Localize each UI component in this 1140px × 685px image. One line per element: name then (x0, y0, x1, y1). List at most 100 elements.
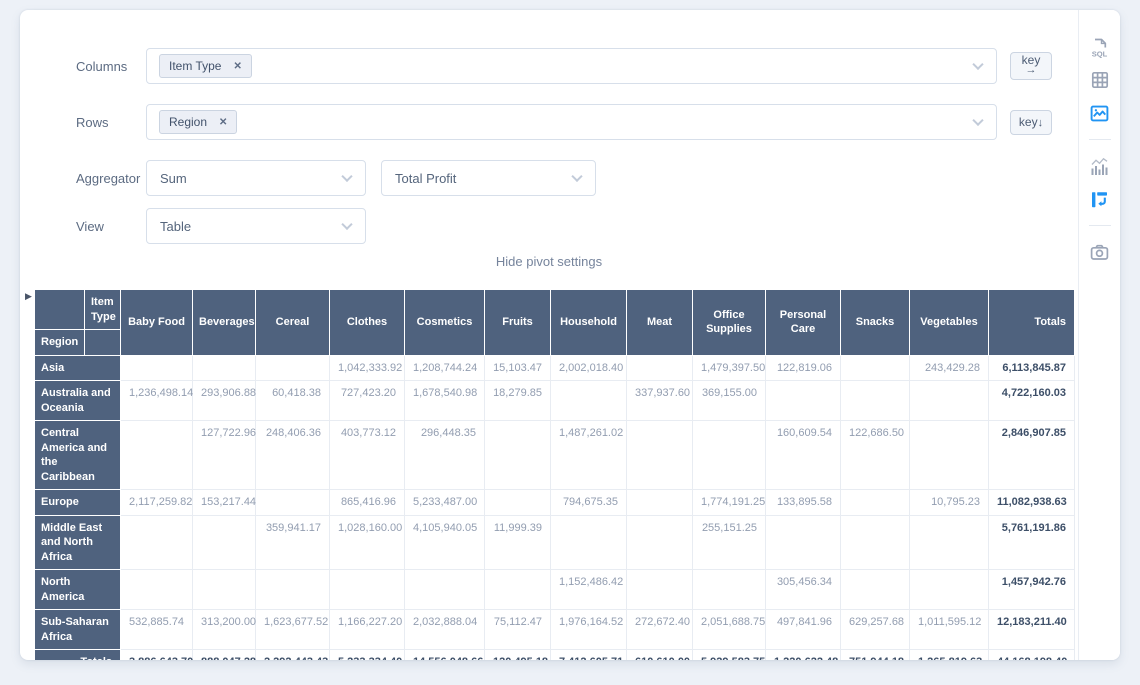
pivot-value-cell (256, 490, 330, 516)
pivot-col-label: Cereal (256, 290, 330, 356)
pivot-col-label: Personal Care (766, 290, 841, 356)
pivot-value-cell: 120,495.18 (485, 650, 551, 660)
pivot-value-cell: 272,672.40 (627, 610, 693, 650)
pivot-value-cell: 14,556,048.66 (405, 650, 485, 660)
pivot-value-cell (256, 355, 330, 381)
pivot-value-cell: 2,032,888.04 (405, 610, 485, 650)
pivot-value-cell: 1,208,744.24 (405, 355, 485, 381)
pivot-value-cell: 127,722.96 (193, 421, 256, 490)
remove-icon[interactable]: ✕ (233, 61, 241, 72)
svg-text:SQL: SQL (1092, 49, 1108, 57)
pivot-data-row: North America1,152,486.42305,456.341,457… (35, 570, 1075, 610)
pivot-col-label: Meat (627, 290, 693, 356)
columns-row: Columns Item Type ✕ key → (76, 48, 1052, 84)
camera-snapshot-icon[interactable] (1087, 239, 1113, 265)
pivot-row-total-cell: 5,761,191.86 (989, 515, 1075, 570)
pivot-axis-spacer (85, 330, 121, 356)
aggregator-select[interactable]: Sum (146, 160, 366, 196)
pivot-row-total-cell: 6,113,845.87 (989, 355, 1075, 381)
pivot-row-label: Sub-Saharan Africa (35, 610, 121, 650)
pivot-value-cell: 1,166,227.20 (330, 610, 405, 650)
arrow-down-icon: ↓ (1038, 117, 1044, 129)
aggregator-field-select[interactable]: Total Profit (381, 160, 596, 196)
columns-pill-item-type[interactable]: Item Type ✕ (159, 54, 252, 78)
view-value: Table (160, 219, 191, 234)
pivot-col-label: Beverages (193, 290, 256, 356)
remove-icon[interactable]: ✕ (219, 117, 227, 128)
rows-label: Rows (76, 115, 146, 130)
pivot-value-cell: 1,265,819.63 (910, 650, 989, 660)
pivot-value-cell (330, 570, 405, 610)
pivot-value-cell: 497,841.96 (766, 610, 841, 650)
rows-select[interactable]: Region ✕ (146, 104, 997, 140)
pivot-value-cell (627, 490, 693, 516)
pivot-col-label: Office Supplies (693, 290, 766, 356)
pivot-row-total-cell: 12,183,211.40 (989, 610, 1075, 650)
chart-icon[interactable] (1087, 153, 1113, 179)
pivot-value-cell (693, 570, 766, 610)
pivot-col-attr-label: Item Type (85, 290, 121, 330)
sql-query-icon[interactable]: SQL (1087, 34, 1113, 60)
pivot-value-cell (841, 381, 910, 421)
pivot-value-cell: 1,220,622.48 (766, 650, 841, 660)
visualization-card: Columns Item Type ✕ key → Rows R (20, 10, 1120, 660)
pivot-value-cell: 865,416.96 (330, 490, 405, 516)
pivot-row-label: Australia and Oceania (35, 381, 121, 421)
aggregator-field-value: Total Profit (395, 171, 456, 186)
image-visualization-icon[interactable] (1087, 100, 1113, 126)
pivot-value-cell (193, 355, 256, 381)
expander-icon[interactable]: ▶ (25, 292, 32, 301)
pivot-value-cell: 293,906.88 (193, 381, 256, 421)
pivot-value-cell: 248,406.36 (256, 421, 330, 490)
view-select[interactable]: Table (146, 208, 366, 244)
pivot-value-cell (485, 421, 551, 490)
pivot-data-row: Middle East and North Africa359,941.171,… (35, 515, 1075, 570)
columns-select[interactable]: Item Type ✕ (146, 48, 997, 84)
pivot-editor-panel: Columns Item Type ✕ key → Rows R (20, 10, 1078, 660)
pivot-totals-row: Totals3,886,643.70888,047.282,292,443.43… (35, 650, 1075, 660)
pivot-col-label: Household (551, 290, 627, 356)
pivot-row-total-cell: 44,168,198.40 (989, 650, 1075, 660)
pivot-value-cell: 122,819.06 (766, 355, 841, 381)
pivot-value-cell: 1,678,540.98 (405, 381, 485, 421)
pivot-value-cell: 60,418.38 (256, 381, 330, 421)
table-grid-icon[interactable] (1087, 67, 1113, 93)
pivot-totals-col-header: Totals (989, 290, 1075, 356)
pivot-value-cell: 2,051,688.75 (693, 610, 766, 650)
pivot-value-cell: 10,795.23 (910, 490, 989, 516)
pivot-value-cell: 727,423.20 (330, 381, 405, 421)
pivot-icon[interactable] (1087, 186, 1113, 212)
pivot-value-cell: 243,429.28 (910, 355, 989, 381)
pivot-value-cell: 610,610.00 (627, 650, 693, 660)
aggregator-value: Sum (160, 171, 187, 186)
pivot-value-cell (841, 490, 910, 516)
pivot-value-cell (193, 515, 256, 570)
pivot-value-cell (910, 421, 989, 490)
pivot-row-total-cell: 2,846,907.85 (989, 421, 1075, 490)
pivot-value-cell: 3,886,643.70 (121, 650, 193, 660)
pivot-value-cell: 2,002,018.40 (551, 355, 627, 381)
pivot-value-cell: 337,937.60 (627, 381, 693, 421)
pivot-value-cell: 1,042,333.92 (330, 355, 405, 381)
pivot-value-cell: 2,117,259.82 (121, 490, 193, 516)
chevron-down-icon (972, 115, 983, 126)
pivot-row-label: North America (35, 570, 121, 610)
chevron-down-icon (341, 219, 352, 230)
hide-pivot-settings-link[interactable]: Hide pivot settings (496, 254, 602, 269)
pivot-value-cell: 751,944.18 (841, 650, 910, 660)
columns-key-sort-button[interactable]: key → (1010, 52, 1052, 79)
pivot-value-cell: 133,895.58 (766, 490, 841, 516)
pivot-value-cell: 75,112.47 (485, 610, 551, 650)
pivot-col-label: Fruits (485, 290, 551, 356)
pivot-value-cell: 15,103.47 (485, 355, 551, 381)
rows-key-sort-button[interactable]: key↓ (1010, 110, 1052, 135)
pivot-value-cell: 1,152,486.42 (551, 570, 627, 610)
pivot-value-cell (551, 515, 627, 570)
pivot-data-row: Australia and Oceania1,236,498.14293,906… (35, 381, 1075, 421)
pivot-value-cell (766, 381, 841, 421)
pivot-value-cell: 1,976,164.52 (551, 610, 627, 650)
pivot-value-cell: 122,686.50 (841, 421, 910, 490)
pivot-value-cell: 2,292,443.43 (256, 650, 330, 660)
rows-pill-region[interactable]: Region ✕ (159, 110, 237, 134)
pivot-value-cell: 4,105,940.05 (405, 515, 485, 570)
